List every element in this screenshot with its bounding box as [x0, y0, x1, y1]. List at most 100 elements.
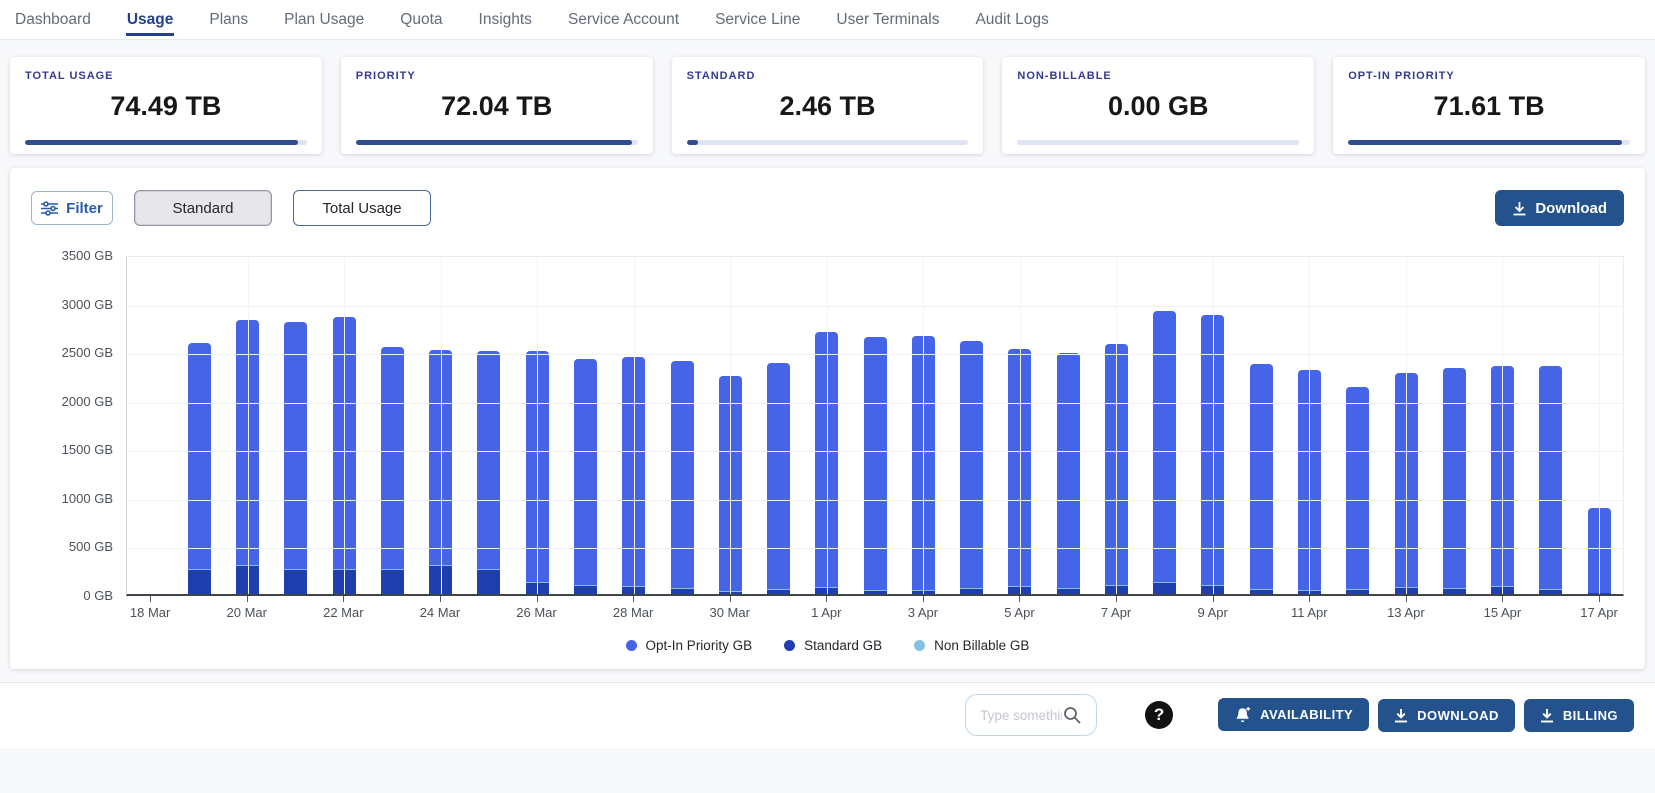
bar-slot: [175, 257, 223, 594]
bar-slot: [465, 257, 513, 594]
x-axis-label: 22 Mar: [323, 605, 363, 620]
x-axis-slot: 13 Apr: [1382, 596, 1430, 622]
stat-card-progress-track: [687, 140, 969, 145]
x-axis-slot: [271, 596, 319, 622]
bar-29-mar[interactable]: [671, 361, 694, 594]
bar-segment-opt-in-priority: [767, 363, 790, 589]
x-axis-slot: [947, 596, 995, 622]
stat-cards-row: TOTAL USAGE74.49 TBPRIORITY72.04 TBSTAND…: [10, 57, 1645, 154]
bar-16-apr[interactable]: [1539, 366, 1562, 594]
usage-bar-chart: 3500 GB3000 GB2500 GB2000 GB1500 GB1000 …: [31, 256, 1624, 596]
bar-25-mar[interactable]: [477, 351, 500, 594]
bar-segment-opt-in-priority: [1346, 387, 1369, 589]
download-button[interactable]: DOWNLOAD: [1378, 699, 1515, 732]
bar-segment-standard: [381, 570, 404, 594]
h-gridline: [127, 306, 1623, 307]
download-icon: [1394, 708, 1408, 723]
nav-item-plan-usage[interactable]: Plan Usage: [283, 3, 365, 37]
x-axis-tick: [1309, 596, 1310, 602]
bar-23-mar[interactable]: [381, 347, 404, 594]
stat-card-label: PRIORITY: [356, 70, 638, 82]
search-input[interactable]: [980, 708, 1062, 723]
y-axis-label: 500 GB: [31, 539, 113, 554]
nav-item-service-account[interactable]: Service Account: [567, 3, 680, 37]
bar-slot: [1334, 257, 1382, 594]
stat-card-priority: PRIORITY72.04 TB: [341, 57, 653, 154]
x-axis-tick: [1502, 596, 1503, 602]
stat-card-progress-track: [25, 140, 307, 145]
bar-segment-standard: [477, 570, 500, 594]
v-gridline: [1406, 257, 1407, 594]
stat-card-non-billable: NON-BILLABLE0.00 GB: [1002, 57, 1314, 154]
legend-dot-icon: [784, 640, 795, 651]
bar-21-mar[interactable]: [284, 322, 307, 594]
nav-item-service-line[interactable]: Service Line: [714, 3, 801, 37]
v-gridline: [1020, 257, 1021, 594]
help-icon[interactable]: ?: [1145, 701, 1173, 729]
nav-item-user-terminals[interactable]: User Terminals: [835, 3, 940, 37]
bar-segment-standard: [1250, 590, 1273, 594]
x-axis-tick: [1019, 596, 1020, 602]
v-gridline: [827, 257, 828, 594]
x-axis-slot: 17 Apr: [1575, 596, 1623, 622]
legend-dot-icon: [626, 640, 637, 651]
bar-31-mar[interactable]: [767, 363, 790, 594]
y-axis-label: 3500 GB: [31, 248, 113, 263]
x-axis-slot: [754, 596, 802, 622]
bar-segment-standard: [960, 589, 983, 594]
x-axis-slot: 5 Apr: [995, 596, 1043, 622]
bar-4-apr[interactable]: [960, 341, 983, 594]
h-gridline: [127, 451, 1623, 452]
filter-button[interactable]: Filter: [31, 191, 113, 225]
standard-view-button[interactable]: Standard: [134, 190, 272, 226]
nav-item-quota[interactable]: Quota: [399, 3, 443, 37]
x-axis-tick: [1406, 596, 1407, 602]
nav-item-usage[interactable]: Usage: [126, 3, 175, 37]
bar-2-apr[interactable]: [864, 337, 887, 594]
v-gridline: [634, 257, 635, 594]
x-axis-slot: [1237, 596, 1285, 622]
nav-item-insights[interactable]: Insights: [478, 3, 533, 37]
x-axis-slot: [1430, 596, 1478, 622]
y-axis-label: 2000 GB: [31, 394, 113, 409]
search-box: [965, 694, 1097, 736]
chart-toolbar: Filter Standard Total Usage Download: [31, 190, 1624, 226]
billing-button[interactable]: BILLING: [1524, 699, 1634, 732]
bell-plus-icon: [1234, 707, 1251, 723]
bar-segment-standard: [671, 589, 694, 594]
filter-tune-icon: [41, 201, 58, 216]
x-axis-slot: 20 Mar: [223, 596, 271, 622]
x-axis-tick: [247, 596, 248, 602]
x-axis-slot: [174, 596, 222, 622]
bar-19-mar[interactable]: [188, 343, 211, 594]
bar-12-apr[interactable]: [1346, 387, 1369, 594]
bar-slot: [127, 257, 175, 594]
bar-segment-opt-in-priority: [284, 322, 307, 569]
bar-27-mar[interactable]: [574, 359, 597, 594]
x-axis-tick: [730, 596, 731, 602]
nav-item-audit-logs[interactable]: Audit Logs: [974, 3, 1049, 37]
x-axis-slot: 24 Mar: [416, 596, 464, 622]
download-button[interactable]: Download: [1495, 190, 1624, 226]
x-axis-slot: 3 Apr: [899, 596, 947, 622]
bar-segment-opt-in-priority: [188, 343, 211, 568]
standard-view-label: Standard: [173, 200, 234, 217]
nav-item-plans[interactable]: Plans: [208, 3, 249, 37]
total-usage-view-button[interactable]: Total Usage: [293, 190, 431, 226]
legend-dot-icon: [914, 640, 925, 651]
bar-6-apr[interactable]: [1057, 353, 1080, 594]
bar-10-apr[interactable]: [1250, 364, 1273, 594]
x-axis-label: 3 Apr: [908, 605, 938, 620]
bar-segment-opt-in-priority: [1250, 364, 1273, 588]
availability-button[interactable]: AVAILABILITY: [1218, 698, 1369, 731]
v-gridline: [1309, 257, 1310, 594]
stat-card-progress-fill: [1348, 140, 1621, 145]
search-icon[interactable]: [1062, 705, 1082, 725]
bar-segment-standard: [574, 586, 597, 594]
x-axis-slot: [561, 596, 609, 622]
v-gridline: [248, 257, 249, 594]
stat-card-label: STANDARD: [687, 70, 969, 82]
bar-slot: [1237, 257, 1285, 594]
bar-slot: [948, 257, 996, 594]
nav-item-dashboard[interactable]: Dashboard: [14, 3, 92, 37]
